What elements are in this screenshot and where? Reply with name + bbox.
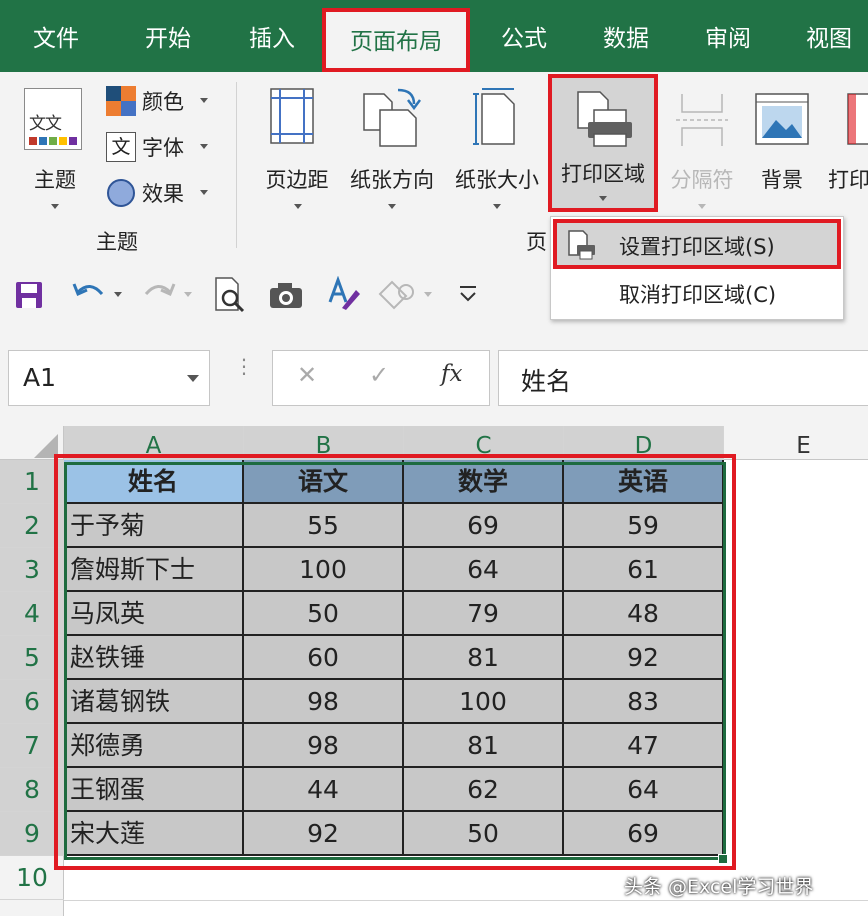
cancel-icon[interactable]: ✕: [297, 361, 317, 389]
colors-button[interactable]: 颜色: [104, 84, 218, 118]
themes-icon: 文文: [24, 88, 82, 150]
print-preview-icon[interactable]: [214, 276, 246, 314]
highlight-box: [54, 454, 736, 870]
ribbon-tab-bar: 文件 开始 插入 页面布局 公式 数据 审阅 视图: [0, 0, 868, 72]
redo-icon[interactable]: [142, 278, 176, 308]
breaks-button[interactable]: 分隔符: [662, 84, 742, 214]
group-label-page-setup: 页: [526, 230, 547, 254]
margins-icon: [270, 88, 314, 144]
spelling-icon[interactable]: [326, 276, 362, 312]
tab-formulas[interactable]: 公式: [478, 0, 570, 72]
fonts-button[interactable]: 文 字体: [104, 130, 218, 164]
themes-label: 主题: [34, 168, 76, 192]
chevron-down-icon: [51, 204, 59, 209]
menu-item-set-print-area[interactable]: 设置打印区域(S): [553, 219, 841, 269]
printer-icon: [577, 91, 632, 147]
name-box[interactable]: A1: [8, 350, 210, 406]
camera-icon[interactable]: [268, 280, 304, 310]
tab-view[interactable]: 视图: [784, 0, 868, 72]
tab-home[interactable]: 开始: [112, 0, 224, 72]
insert-function-icon[interactable]: fx: [441, 361, 462, 387]
chevron-down-icon[interactable]: [114, 292, 122, 297]
format-painter-icon[interactable]: [376, 278, 416, 310]
chevron-down-icon: [200, 144, 208, 149]
customize-qat-icon[interactable]: [458, 284, 478, 304]
menu-item-clear-print-area[interactable]: 取消打印区域(C): [553, 271, 841, 317]
watermark: 头条 @Excel学习世界: [624, 876, 814, 898]
chevron-down-icon[interactable]: [424, 292, 432, 297]
group-label-themes: 主题: [96, 230, 138, 254]
orientation-button[interactable]: 纸张方向: [342, 84, 442, 214]
chevron-down-icon: [599, 196, 607, 201]
tab-page-layout[interactable]: 页面布局: [322, 8, 470, 72]
chevron-down-icon[interactable]: [187, 375, 199, 382]
chevron-down-icon[interactable]: [184, 292, 192, 297]
column-header-e[interactable]: E: [724, 426, 868, 460]
print-titles-button[interactable]: 打印: [824, 84, 868, 214]
enter-icon[interactable]: ✓: [369, 361, 389, 389]
background-button[interactable]: 背景: [744, 84, 820, 214]
color-palette-icon: [106, 86, 136, 116]
formula-bar: A1 ⋮ ✕ ✓ fx 姓名: [0, 328, 868, 426]
chevron-down-icon: [698, 204, 706, 209]
chevron-down-icon: [493, 204, 501, 209]
save-icon[interactable]: [14, 280, 44, 310]
font-icon: 文: [106, 132, 136, 162]
chevron-down-icon: [200, 98, 208, 103]
formula-buttons: ✕ ✓ fx: [272, 350, 490, 406]
page-break-icon: [676, 94, 728, 146]
undo-icon[interactable]: [72, 278, 106, 308]
chevron-down-icon: [388, 204, 396, 209]
themes-button[interactable]: 文文 主题: [18, 84, 92, 244]
orientation-icon: [363, 88, 421, 147]
effects-button[interactable]: 效果: [104, 176, 218, 210]
tab-review[interactable]: 审阅: [682, 0, 774, 72]
tab-insert[interactable]: 插入: [224, 0, 320, 72]
tab-data[interactable]: 数据: [580, 0, 672, 72]
size-button[interactable]: 纸张大小: [448, 84, 546, 214]
more-options-icon: ⋮: [234, 354, 254, 378]
paper-size-icon: [473, 88, 515, 145]
chevron-down-icon: [200, 190, 208, 195]
effects-icon: [107, 179, 135, 207]
print-area-menu: 设置打印区域(S) 取消打印区域(C): [550, 216, 844, 320]
set-print-area-icon: [568, 230, 595, 260]
print-titles-icon: [847, 93, 868, 145]
chevron-down-icon: [294, 204, 302, 209]
margins-button[interactable]: 页边距: [258, 84, 336, 214]
print-area-button[interactable]: 打印区域: [548, 74, 658, 212]
worksheet-grid: A B C D E 1 2 3 4 5 6 7 8 9 10 姓名 语文 数学 英语 于予菊 55 69 59 詹…: [0, 426, 868, 916]
picture-icon: [755, 93, 809, 145]
formula-input[interactable]: 姓名: [498, 350, 868, 406]
group-divider: [236, 82, 237, 248]
tab-file[interactable]: 文件: [0, 0, 112, 72]
